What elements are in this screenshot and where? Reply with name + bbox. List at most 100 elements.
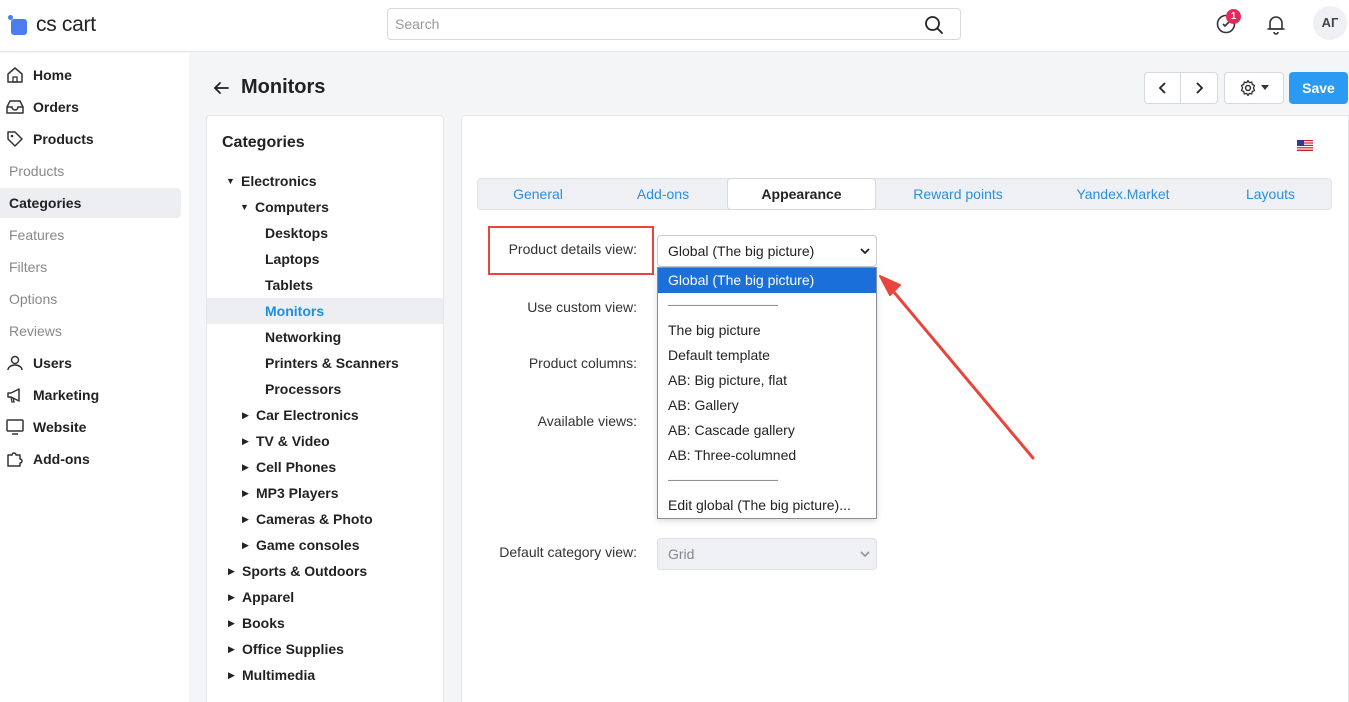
tree-item-electronics[interactable]: ▼ Electronics	[207, 168, 443, 194]
tab-layouts[interactable]: Layouts	[1213, 179, 1328, 209]
monitor-icon	[6, 419, 24, 435]
sidebar-item-features[interactable]: Features	[0, 220, 181, 250]
tree-item-printers-scanners[interactable]: Printers & Scanners	[207, 350, 443, 376]
logo-mark-icon	[8, 15, 28, 35]
tree-item-label: Car Electronics	[256, 407, 359, 423]
tree-item-networking[interactable]: Networking	[207, 324, 443, 350]
caret-right-icon[interactable]: ▶	[242, 462, 252, 473]
prev-button[interactable]	[1145, 73, 1182, 103]
tree-item-label: Tablets	[265, 277, 313, 293]
option-ab-three-columned[interactable]: AB: Three-columned	[658, 443, 876, 468]
caret-right-icon[interactable]: ▶	[242, 410, 252, 421]
tree-item-label: Office Supplies	[242, 641, 344, 657]
tree-item-computers[interactable]: ▼ Computers	[207, 194, 443, 220]
sidebar-item-addons[interactable]: Add-ons	[0, 444, 181, 474]
sidebar-item-orders[interactable]: Orders	[0, 92, 181, 122]
option-big-picture[interactable]: The big picture	[658, 318, 876, 343]
sidebar-item-users[interactable]: Users	[0, 348, 181, 378]
sidebar-item-categories[interactable]: Categories	[0, 188, 181, 218]
caret-right-icon[interactable]: ▶	[228, 644, 238, 655]
option-edit-global[interactable]: Edit global (The big picture)...	[658, 493, 876, 518]
search-input[interactable]: Search	[387, 8, 961, 40]
caret-right-icon[interactable]: ▶	[242, 514, 252, 525]
tree-item-label: Game consoles	[256, 537, 360, 553]
sidebar-item-marketing[interactable]: Marketing	[0, 380, 181, 410]
sidebar-item-label: Marketing	[33, 387, 100, 403]
caret-right-icon[interactable]: ▶	[242, 436, 252, 447]
sidebar-item-label: Add-ons	[33, 451, 90, 467]
tree-item-processors[interactable]: Processors	[207, 376, 443, 402]
caret-right-icon[interactable]: ▶	[228, 618, 238, 629]
tree-item-label: Cameras & Photo	[256, 511, 373, 527]
sidebar-item-filters[interactable]: Filters	[0, 252, 181, 282]
option-ab-big-picture-flat[interactable]: AB: Big picture, flat	[658, 368, 876, 393]
tab-addons[interactable]: Add-ons	[603, 179, 723, 209]
caret-right-icon[interactable]: ▶	[242, 488, 252, 499]
option-separator: ———————————	[668, 300, 778, 311]
caret-down-icon	[1261, 85, 1269, 90]
use-custom-view-label: Use custom view:	[527, 299, 637, 315]
tree-item-tablets[interactable]: Tablets	[207, 272, 443, 298]
tab-general[interactable]: General	[478, 179, 598, 209]
caret-down-icon[interactable]: ▼	[240, 202, 250, 212]
tab-reward-points[interactable]: Reward points	[888, 179, 1028, 209]
tree-item-office-supplies[interactable]: ▶ Office Supplies	[207, 636, 443, 662]
tab-appearance[interactable]: Appearance	[727, 178, 876, 210]
sidebar-item-options[interactable]: Options	[0, 284, 181, 314]
sidebar-item-website[interactable]: Website	[0, 412, 181, 442]
tree-item-label: TV & Video	[256, 433, 330, 449]
tree-item-game-consoles[interactable]: ▶ Game consoles	[207, 532, 443, 558]
option-default-template[interactable]: Default template	[658, 343, 876, 368]
tree-item-multimedia[interactable]: ▶ Multimedia	[207, 662, 443, 688]
caret-down-icon[interactable]: ▼	[226, 176, 236, 186]
tree-item-sports-outdoors[interactable]: ▶ Sports & Outdoors	[207, 558, 443, 584]
next-button[interactable]	[1181, 73, 1217, 103]
option-ab-gallery[interactable]: AB: Gallery	[658, 393, 876, 418]
tree-item-apparel[interactable]: ▶ Apparel	[207, 584, 443, 610]
tab-yandex-market[interactable]: Yandex.Market	[1053, 179, 1193, 209]
tree-item-cameras-photo[interactable]: ▶ Cameras & Photo	[207, 506, 443, 532]
tree-item-label: MP3 Players	[256, 485, 339, 501]
tree-item-car-electronics[interactable]: ▶ Car Electronics	[207, 402, 443, 428]
sidebar-item-label: Options	[9, 291, 58, 307]
puzzle-icon	[7, 452, 23, 467]
tree-item-label: Networking	[265, 329, 342, 345]
tree-item-cell-phones[interactable]: ▶ Cell Phones	[207, 454, 443, 480]
prev-next-group	[1144, 72, 1218, 104]
bell-icon[interactable]	[1264, 12, 1288, 36]
home-icon	[7, 67, 23, 83]
caret-right-icon[interactable]: ▶	[228, 670, 238, 681]
logo[interactable]: cs cart	[8, 13, 96, 37]
sidebar-item-products[interactable]: Products	[0, 124, 181, 154]
tree-item-desktops[interactable]: Desktops	[207, 220, 443, 246]
tree-item-books[interactable]: ▶ Books	[207, 610, 443, 636]
option-global-big-picture[interactable]: Global (The big picture)	[658, 268, 876, 293]
tree-item-tv-video[interactable]: ▶ TV & Video	[207, 428, 443, 454]
settings-dropdown-button[interactable]	[1224, 72, 1284, 104]
sidebar-item-reviews[interactable]: Reviews	[0, 316, 181, 346]
product-details-view-select[interactable]: Global (The big picture)	[657, 235, 877, 267]
sidebar-item-label: Products	[33, 131, 94, 147]
sidebar-item-label: Features	[9, 227, 65, 243]
product-details-view-label: Product details view:	[508, 241, 637, 257]
default-category-view-select[interactable]: Grid	[657, 538, 877, 570]
avatar[interactable]: АГ	[1313, 6, 1347, 40]
us-flag-icon[interactable]	[1297, 140, 1313, 151]
sidebar-item-home[interactable]: Home	[0, 60, 181, 90]
back-arrow-icon[interactable]	[212, 79, 230, 97]
save-button[interactable]: Save	[1289, 72, 1348, 104]
tag-icon	[7, 131, 23, 147]
sidebar-item-label: Reviews	[9, 323, 62, 339]
tree-item-laptops[interactable]: Laptops	[207, 246, 443, 272]
tree-item-label: Books	[242, 615, 285, 631]
tree-item-monitors[interactable]: Monitors	[207, 298, 443, 324]
option-ab-cascade-gallery[interactable]: AB: Cascade gallery	[658, 418, 876, 443]
sidebar-item-products-sub[interactable]: Products	[0, 156, 181, 186]
caret-right-icon[interactable]: ▶	[242, 540, 252, 551]
tree-item-mp3-players[interactable]: ▶ MP3 Players	[207, 480, 443, 506]
product-columns-label: Product columns:	[528, 355, 637, 371]
caret-right-icon[interactable]: ▶	[228, 566, 238, 577]
chevron-down-icon	[860, 551, 870, 558]
caret-right-icon[interactable]: ▶	[228, 592, 238, 603]
search-icon[interactable]	[924, 15, 944, 35]
